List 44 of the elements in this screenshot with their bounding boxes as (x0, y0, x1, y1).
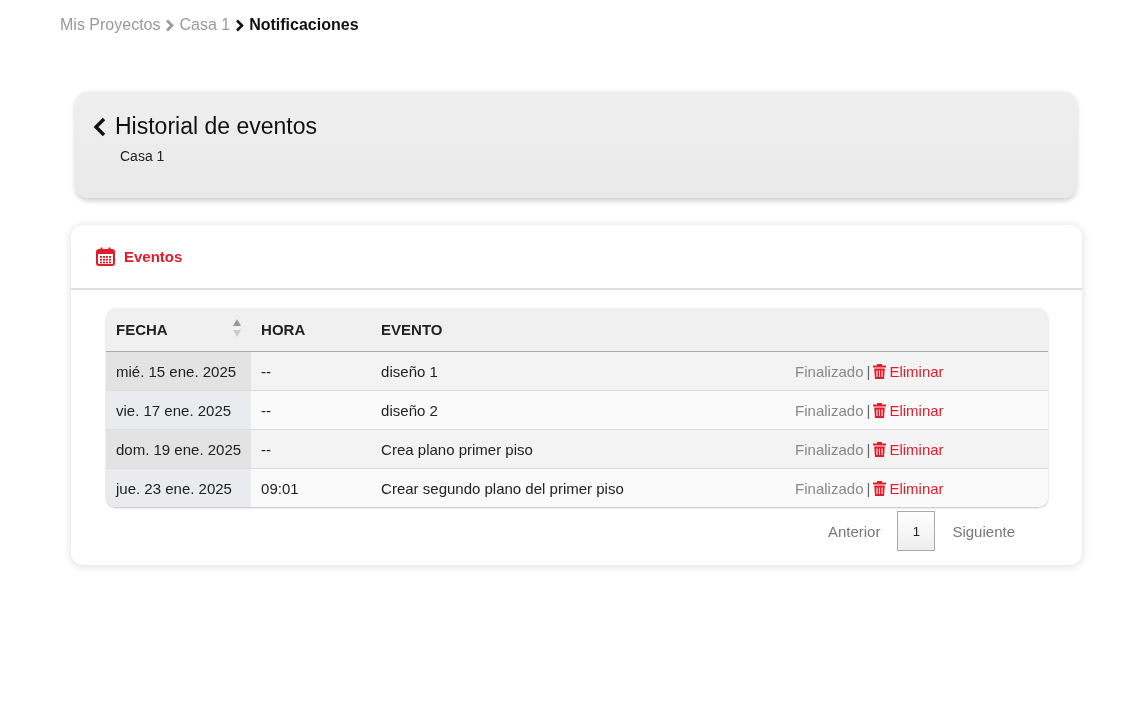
breadcrumb-item[interactable]: Mis Proyectos (60, 16, 161, 34)
page-subtitle: Casa 1 (120, 148, 166, 164)
trash-icon (873, 363, 887, 379)
time-cell: -- (251, 391, 372, 430)
date-cell: mié. 15 ene. 2025 (106, 352, 252, 391)
card-title: Eventos (124, 248, 183, 265)
breadcrumb-item: Notificaciones (249, 16, 359, 34)
separator-text: | (866, 479, 871, 497)
date-cell: jue. 23 ene. 2025 (106, 469, 252, 507)
separator-text: | (866, 440, 871, 458)
trash-icon (873, 402, 887, 418)
date-cell: vie. 17 ene. 2025 (106, 391, 252, 430)
status-text: Finalizado (795, 362, 864, 380)
column-header[interactable]: HORA (251, 308, 372, 352)
status-text: Finalizado (795, 401, 864, 419)
status-text: Finalizado (795, 440, 864, 458)
trash-icon (873, 480, 887, 496)
back-chevron-icon[interactable] (93, 116, 107, 137)
column-header[interactable]: EVENTO (371, 308, 786, 352)
event-cell: diseño 2 (371, 391, 786, 430)
previous-link[interactable]: Anterior (810, 522, 898, 540)
trash-icon (873, 441, 887, 457)
page-title: Historial de eventos (115, 113, 317, 140)
delete-link[interactable]: Eliminar (873, 479, 944, 497)
separator-text: | (866, 401, 871, 419)
time-cell: -- (251, 352, 372, 391)
event-cell: diseño 1 (371, 352, 786, 391)
calendar-icon (96, 247, 115, 266)
chevron-right-icon (165, 18, 175, 32)
next-link[interactable]: Siguiente (935, 522, 1032, 540)
time-cell: -- (251, 430, 372, 469)
page-button[interactable]: 1 (897, 511, 936, 551)
column-header[interactable]: FECHA (106, 308, 252, 352)
time-cell: 09:01 (251, 469, 372, 507)
date-cell: dom. 19 ene. 2025 (106, 430, 252, 469)
delete-link[interactable]: Eliminar (873, 440, 944, 458)
separator-text: | (866, 362, 871, 380)
delete-link[interactable]: Eliminar (873, 401, 944, 419)
status-text: Finalizado (795, 479, 864, 497)
event-cell: Crear segundo plano del primer piso (371, 469, 786, 507)
chevron-right-icon (235, 18, 245, 32)
delete-link[interactable]: Eliminar (873, 362, 944, 380)
event-cell: Crea plano primer piso (371, 430, 786, 469)
breadcrumb-item[interactable]: Casa 1 (179, 16, 231, 34)
